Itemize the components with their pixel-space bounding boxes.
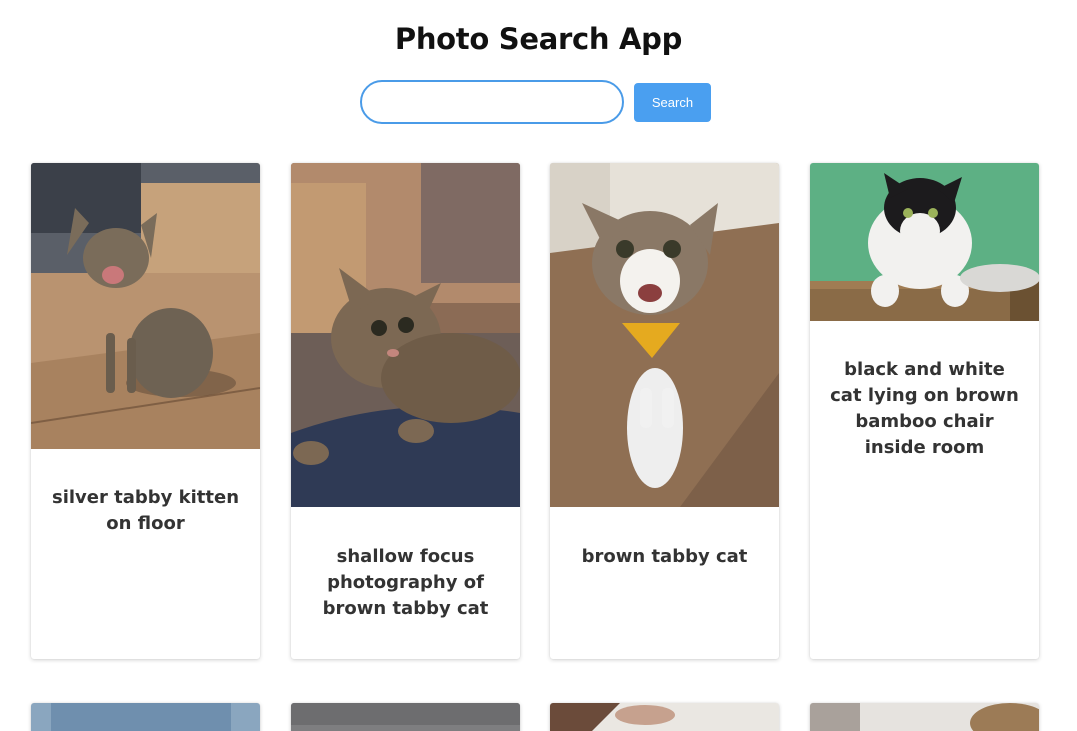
photo-thumbnail	[31, 703, 260, 731]
tabby-cat-photo	[291, 163, 520, 507]
search-button[interactable]: Search	[634, 82, 711, 122]
photo-thumbnail	[550, 703, 779, 731]
photo-card[interactable]	[810, 703, 1039, 731]
photo-card[interactable]: black and white cat lying on brown bambo…	[810, 163, 1039, 659]
photo-card[interactable]: brown tabby cat	[550, 163, 779, 659]
black-white-cat-photo	[810, 163, 1039, 321]
photo-thumbnail	[291, 703, 520, 731]
photo-card[interactable]	[31, 703, 260, 731]
photo-caption: silver tabby kitten on floor	[51, 487, 240, 534]
search-bar: Search	[360, 80, 711, 124]
photo-card[interactable]	[550, 703, 779, 731]
photo-caption: shallow focus photography of brown tabby…	[322, 546, 489, 619]
page-title: Photo Search App	[394, 22, 683, 56]
photo-search-app: Photo Search App Search silver tabby kit…	[0, 0, 1077, 731]
photo-card[interactable]	[291, 703, 520, 731]
kitten-photo	[31, 163, 260, 449]
photo-thumbnail	[810, 703, 1039, 731]
photo-caption: black and white cat lying on brown bambo…	[830, 359, 1019, 458]
photo-card[interactable]: silver tabby kitten on floor	[31, 163, 260, 659]
cat-bandana-photo	[550, 163, 779, 507]
search-input[interactable]	[360, 80, 624, 124]
photo-card[interactable]: shallow focus photography of brown tabby…	[291, 163, 520, 659]
photo-caption: brown tabby cat	[581, 546, 748, 567]
